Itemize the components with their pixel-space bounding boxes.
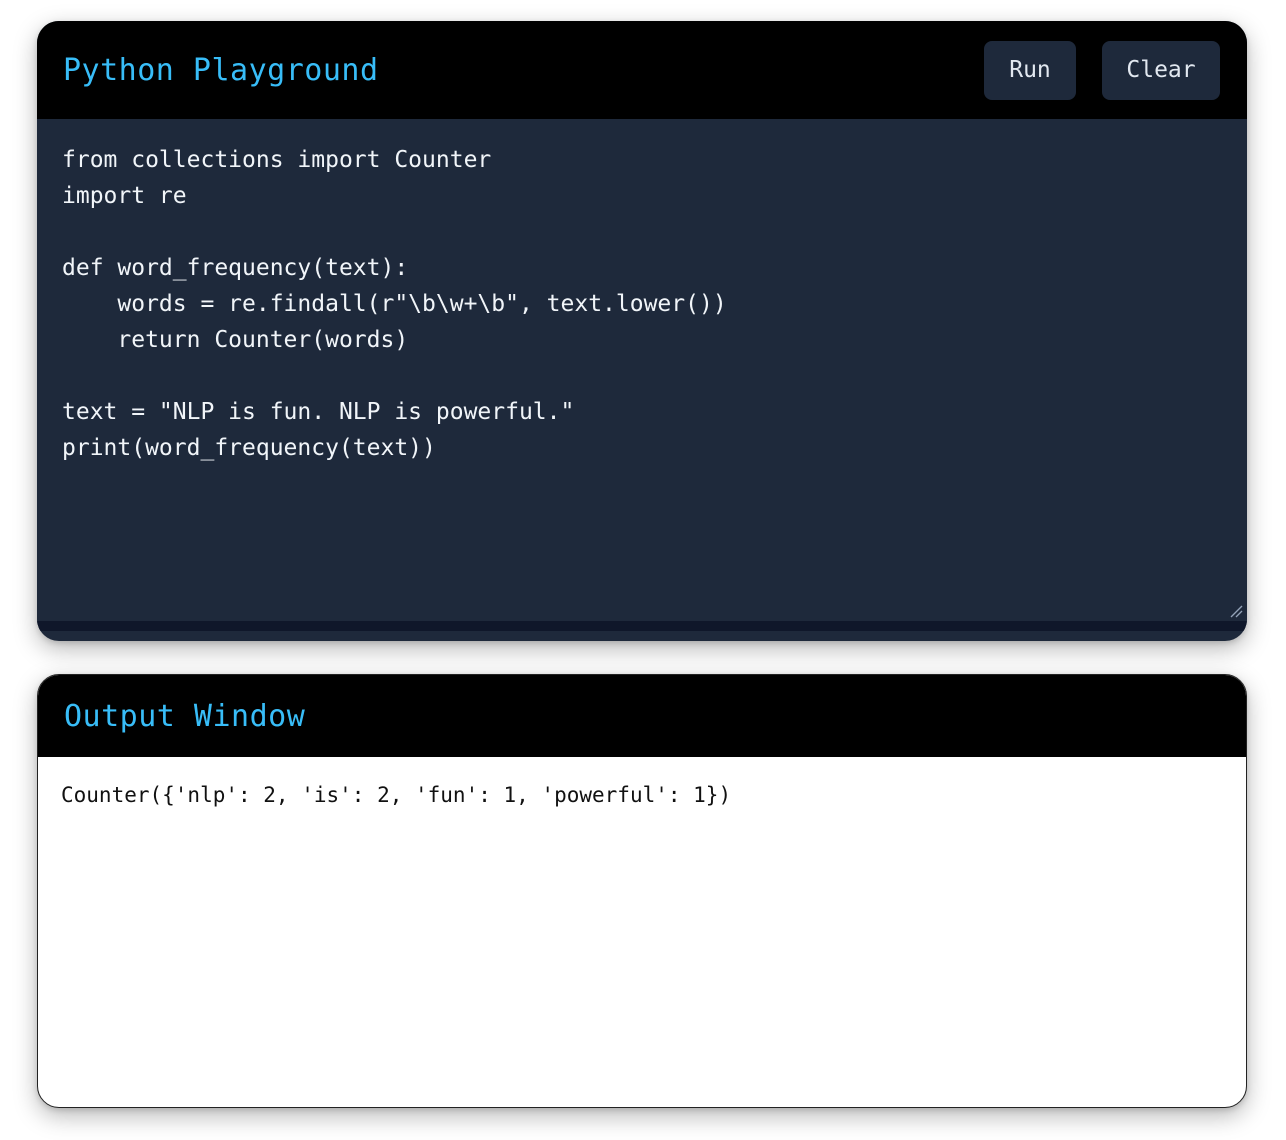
run-button[interactable]: Run [984,40,1076,100]
output-title: Output Window [64,698,306,734]
resize-grip-icon[interactable] [1229,603,1243,618]
clear-button[interactable]: Clear [1102,40,1220,100]
editor-header: Python Playground Run Clear [37,21,1247,119]
editor-toolbar: Run Clear [984,40,1221,100]
code-text[interactable]: from collections import Counter import r… [62,142,1222,466]
code-editor[interactable]: from collections import Counter import r… [37,119,1247,631]
output-text: Counter({'nlp': 2, 'is': 2, 'fun': 1, 'p… [61,783,732,807]
output-panel: Output Window Counter({'nlp': 2, 'is': 2… [37,674,1247,1108]
output-area: Counter({'nlp': 2, 'is': 2, 'fun': 1, 'p… [38,757,1246,833]
output-header: Output Window [38,675,1246,757]
editor-panel: Python Playground Run Clear from collect… [37,21,1247,641]
editor-title: Python Playground [63,52,379,88]
